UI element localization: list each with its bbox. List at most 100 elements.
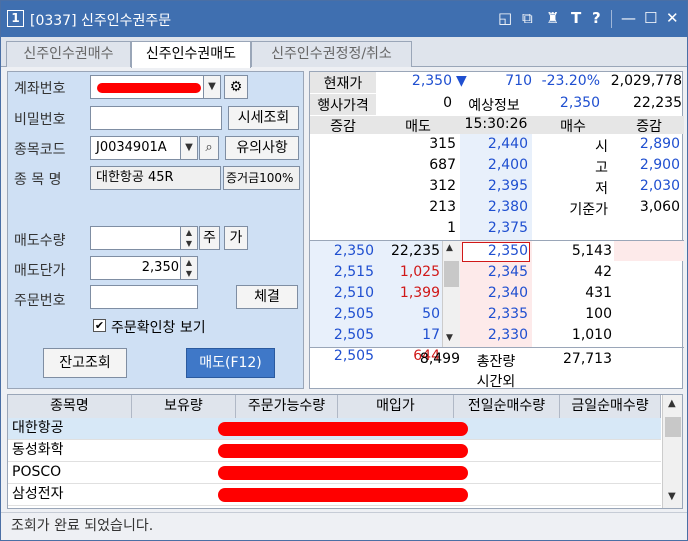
ask-qty: 687: [429, 157, 456, 173]
ask-price: 2,400: [487, 157, 528, 173]
tab-bar: 신주인수권매수 신주인수권매도 신주인수권정정/취소: [1, 37, 687, 68]
bid-sell-qty: 1,399: [399, 285, 440, 301]
table-row[interactable]: 동성화학: [8, 440, 661, 462]
table-row[interactable]: 삼성전자: [8, 484, 661, 506]
close-icon[interactable]: ✕: [666, 9, 679, 27]
bid-left-price: 2,510: [333, 285, 374, 301]
bid-sell-qty: 17: [422, 327, 440, 343]
pin-icon[interactable]: ♜: [546, 9, 559, 27]
ask-side-label: 시: [595, 139, 608, 155]
table-row[interactable]: POSCO: [8, 462, 661, 484]
account-dropdown-chevron-icon[interactable]: ▼: [203, 75, 221, 99]
fill-button[interactable]: 체결: [236, 285, 298, 309]
layout-icon[interactable]: ◱: [498, 9, 512, 27]
copy-window-icon[interactable]: ⧉: [522, 9, 533, 27]
ask-side-value: 3,060: [639, 199, 680, 215]
code-dropdown-chevron-icon[interactable]: ▼: [180, 136, 198, 160]
price-stepper[interactable]: ▲ ▼: [180, 256, 198, 280]
code-field[interactable]: J0034901A: [90, 136, 182, 160]
totals-divider: [310, 347, 684, 348]
title-divider: [611, 10, 612, 28]
holdings-table: 종목명 보유량 주문가능수량 매입가 전일순매수량 금일순매수량 대한항공 동성…: [7, 394, 683, 509]
bid-qty: 1,010: [571, 327, 612, 343]
code-label: 종목코드: [14, 142, 66, 158]
tab-modify-cancel[interactable]: 신주인수권정정/취소: [251, 41, 412, 67]
header-time: 15:30:26: [464, 116, 528, 132]
password-label: 비밀번호: [14, 112, 66, 128]
ask-qty: 312: [429, 178, 456, 194]
bid-price: 2,350: [487, 243, 528, 259]
after-hours-label: 시간외: [476, 374, 516, 390]
qty-stepper[interactable]: ▲ ▼: [180, 226, 198, 250]
cur-price: 2,350: [411, 73, 452, 89]
status-bar: 조회가 완료 되었습니다.: [1, 512, 687, 540]
quote-view-button[interactable]: 시세조회: [228, 106, 299, 130]
ask-qty: 315: [429, 136, 456, 152]
gear-icon[interactable]: ⚙: [224, 75, 248, 99]
stock-name-field: 대한항공 45R: [90, 166, 221, 190]
col-header-holding[interactable]: 보유량: [132, 395, 236, 418]
redacted-values: [218, 466, 468, 480]
bid-qty: 100: [585, 306, 612, 322]
qty-label: 매도수량: [14, 233, 66, 249]
qty-price-button[interactable]: 가: [224, 226, 248, 250]
col-header-orderable[interactable]: 주문가능수량: [236, 395, 338, 418]
stock-name: 동성화학: [12, 442, 64, 458]
quote-panel: 현재가 2,350 ▼ 710 -23.20% 2,029,778 행사가격 0…: [309, 71, 684, 390]
search-icon[interactable]: ⌕: [199, 136, 219, 160]
scroll-up-icon[interactable]: ▲: [446, 243, 453, 253]
ask-qty: 213: [429, 199, 456, 215]
bid-left-price: 2,505: [333, 327, 374, 343]
bid-price: 2,330: [487, 327, 528, 343]
table-scrollbar[interactable]: ▲ ▼: [662, 395, 682, 508]
ask-side-label: 고: [595, 160, 608, 176]
volume: 2,029,778: [610, 73, 682, 89]
minimize-icon[interactable]: —: [621, 9, 636, 27]
ask-side-value: 2,890: [639, 136, 680, 152]
col-header-prev-net[interactable]: 전일순매수량: [454, 395, 560, 418]
col-header-buy-price[interactable]: 매입가: [338, 395, 454, 418]
balance-button[interactable]: 잔고조회: [43, 348, 127, 378]
total-buy: 27,713: [563, 351, 612, 367]
bid-top-highlight: [614, 241, 684, 261]
bid-price: 2,335: [487, 306, 528, 322]
sell-button[interactable]: 매도(F12): [186, 348, 275, 378]
change-value: 710: [505, 73, 532, 89]
col-header-today-net[interactable]: 금일순매수량: [560, 395, 661, 418]
title-bar: 1 [0337] 신주인수권주문 ◱ ⧉ ♜ T ? — ☐ ✕: [1, 1, 687, 37]
total-sell: 8,499: [419, 351, 460, 367]
bid-left-price: 2,350: [333, 243, 374, 259]
exercise-label: 행사가격: [317, 98, 369, 114]
qty-unit-button[interactable]: 주: [199, 226, 220, 250]
header-inc-right: 증감: [636, 119, 662, 135]
ask-side-label: 기준가: [569, 202, 608, 218]
text-size-icon[interactable]: T: [571, 9, 581, 27]
scroll-down-icon[interactable]: ▼: [668, 491, 676, 502]
price-input[interactable]: 2,350: [90, 256, 186, 280]
price-label: 매도단가: [14, 263, 66, 279]
table-row[interactable]: 대한항공: [8, 418, 661, 440]
account-field[interactable]: [90, 75, 220, 99]
notice-button[interactable]: 유의사항: [225, 136, 299, 160]
confirm-checkbox[interactable]: ✔: [93, 319, 106, 332]
order-window: 1 [0337] 신주인수권주문 ◱ ⧉ ♜ T ? — ☐ ✕ 신주인수권매수…: [0, 0, 688, 541]
orderbook-scrollbar[interactable]: ▲ ▼: [442, 241, 460, 347]
scroll-thumb[interactable]: [444, 261, 459, 287]
tab-sell[interactable]: 신주인수권매도: [131, 41, 251, 68]
scroll-thumb[interactable]: [665, 417, 681, 437]
bid-sell-qty: 50: [422, 306, 440, 322]
redacted-values: [218, 422, 468, 436]
ask-price: 2,375: [487, 220, 528, 236]
ask-price: 2,380: [487, 199, 528, 215]
maximize-icon[interactable]: ☐: [644, 9, 657, 27]
col-header-name[interactable]: 종목명: [8, 395, 132, 418]
order-no-input[interactable]: [90, 285, 198, 309]
scroll-up-icon[interactable]: ▲: [668, 398, 676, 409]
help-icon[interactable]: ?: [592, 9, 601, 27]
tab-buy[interactable]: 신주인수권매수: [6, 41, 131, 67]
bid-left-price: 2,505: [333, 306, 374, 322]
password-field[interactable]: [90, 106, 222, 130]
scroll-down-icon[interactable]: ▼: [446, 333, 453, 343]
exercise-value: 0: [443, 95, 452, 111]
qty-input[interactable]: [90, 226, 186, 250]
